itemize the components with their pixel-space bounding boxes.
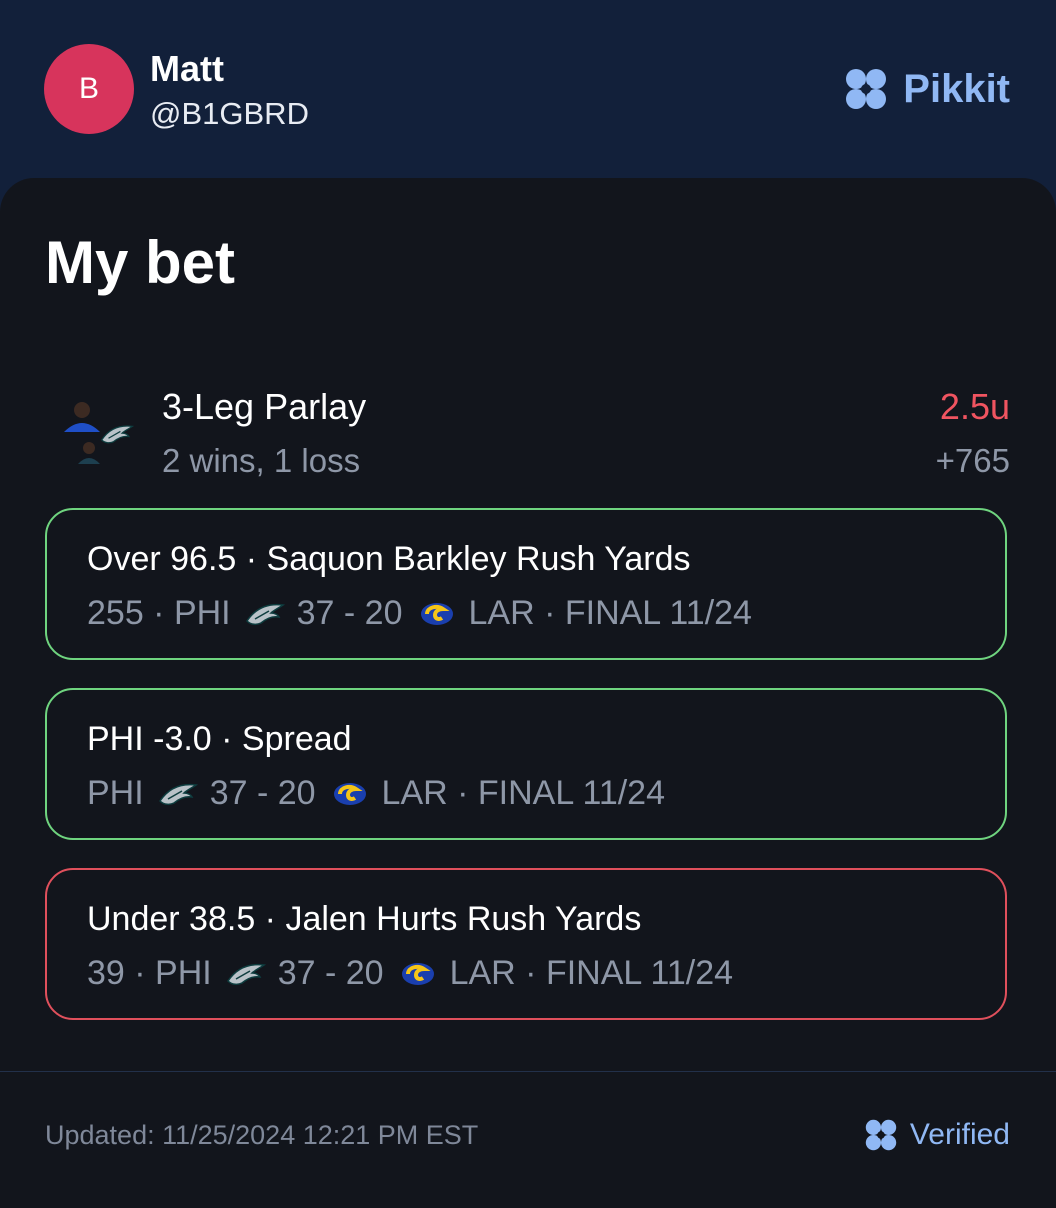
rams-logo-icon: [401, 962, 434, 985]
game-status: · FINAL 11/24: [534, 594, 752, 632]
leg-stat: 39 ·: [87, 954, 156, 992]
player-headshot-icon: [78, 442, 100, 464]
parlay-record: 2 wins, 1 loss: [162, 442, 361, 479]
parlay-odds: +765: [935, 442, 1010, 479]
game-status: · FINAL 11/24: [515, 954, 734, 992]
leg-detail: 39 · PHI 37 - 20 LAR · FINAL 11/24: [87, 954, 733, 993]
verified-badge[interactable]: Verified: [862, 1116, 1010, 1154]
game-score: 37 - 20: [296, 594, 403, 632]
user-handle[interactable]: @B1GBRD: [150, 96, 309, 132]
away-team: LAR: [468, 594, 535, 632]
footer-divider: [0, 1071, 1056, 1072]
verified-label: Verified: [909, 1118, 1010, 1151]
bet-leg-loss[interactable]: Under 38.5 · Jalen Hurts Rush Yards 39 ·…: [45, 868, 1007, 1020]
game-status: · FINAL 11/24: [447, 774, 666, 812]
home-team: PHI: [87, 774, 144, 812]
leg-detail: PHI 37 - 20 LAR · FINAL 11/24: [87, 774, 665, 813]
avatar[interactable]: B: [44, 44, 134, 134]
page-title: My bet: [45, 229, 236, 296]
avatar-letter: B: [78, 72, 99, 105]
eagles-logo-icon: [100, 425, 134, 444]
profile-header: B Matt @B1GBRD Pikkit: [0, 0, 1056, 180]
clover-logo-icon: [846, 69, 887, 109]
updated-timestamp: Updated: 11/25/2024 12:21 PM EST: [45, 1120, 479, 1150]
parlay-stake: 2.5u: [939, 386, 1010, 427]
brand-name: Pikkit: [903, 66, 1010, 111]
leg-detail: 255 · PHI 37 - 20 LAR · FINAL 11/24: [87, 594, 752, 633]
player-headshot-icon: [64, 402, 100, 432]
game-score: 37 - 20: [277, 954, 384, 992]
pikkit-brand[interactable]: Pikkit: [841, 64, 1010, 114]
rams-logo-icon: [333, 782, 366, 805]
clover-verified-icon: [865, 1119, 897, 1151]
rams-logo-icon: [420, 602, 453, 625]
eagles-logo-icon: [245, 603, 285, 625]
bet-card: My bet 3-Leg Parlay 2 wins, 1 loss 2.5u …: [0, 178, 1056, 1208]
parlay-title: 3-Leg Parlay: [162, 386, 367, 427]
away-team: LAR: [381, 774, 448, 812]
bet-leg-win[interactable]: PHI -3.0 · Spread PHI 37 - 20 LAR · FINA…: [45, 688, 1007, 840]
leg-title: Over 96.5 · Saquon Barkley Rush Yards: [87, 540, 691, 578]
home-team: PHI: [155, 954, 212, 992]
eagles-logo-icon: [226, 963, 266, 985]
eagles-logo-icon: [158, 783, 198, 805]
leg-title: PHI -3.0 · Spread: [87, 720, 352, 758]
leg-stat: 255 ·: [87, 594, 174, 632]
bet-leg-win[interactable]: Over 96.5 · Saquon Barkley Rush Yards 25…: [45, 508, 1007, 660]
away-team: LAR: [449, 954, 516, 992]
leg-title: Under 38.5 · Jalen Hurts Rush Yards: [87, 900, 642, 938]
home-team: PHI: [173, 594, 231, 632]
user-name[interactable]: Matt: [150, 48, 224, 90]
game-score: 37 - 20: [209, 774, 316, 812]
parlay-player-icons: [56, 400, 138, 470]
